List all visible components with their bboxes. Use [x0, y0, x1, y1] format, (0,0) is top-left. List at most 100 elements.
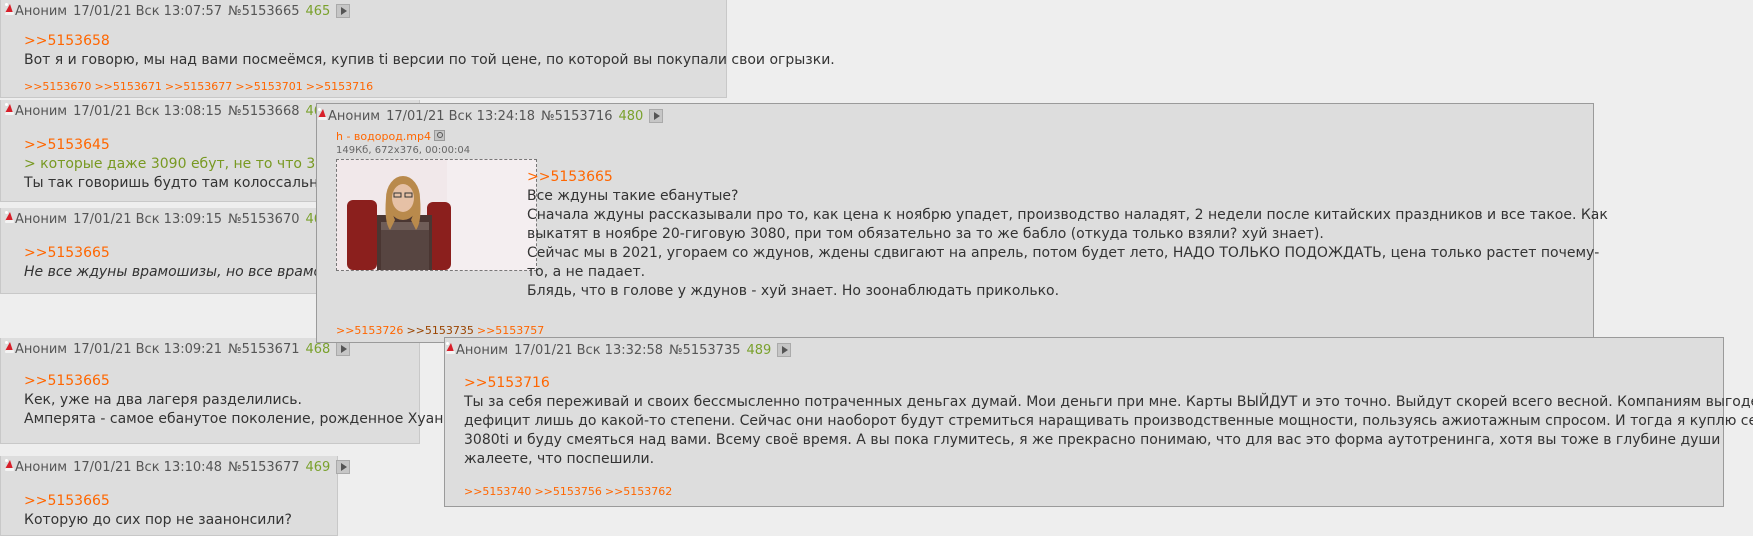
message-line: Вот я и говорю, мы над вами посмеёмся, к…	[24, 52, 835, 68]
message-line: Сначала ждуны рассказывали про то, как ц…	[527, 207, 1608, 223]
reply-ref-link[interactable]: >>5153757	[477, 324, 544, 337]
santa-hat-icon	[446, 342, 455, 355]
message-line: Блядь, что в голове у ждунов - хуй знает…	[527, 283, 1060, 299]
file-attachment: h - водород.mp4	[336, 130, 445, 143]
reply-link[interactable]: >>5153665	[24, 372, 470, 391]
post-index: 480	[618, 109, 644, 124]
message-line: Амперята - самое ебанутое поколение, рож…	[24, 411, 470, 427]
expand-button[interactable]	[649, 109, 664, 123]
post-replies: >>5153740 >>5153756 >>5153762	[464, 485, 675, 498]
search-icon[interactable]	[434, 130, 445, 141]
santa-hat-icon	[5, 3, 14, 16]
message-line: Ты за себя переживай и своих бессмысленн…	[464, 394, 1753, 410]
post-index: 465	[305, 4, 331, 19]
message-line: 3080ti и буду смеяться над вами. Всему с…	[464, 432, 1721, 448]
post-number-link[interactable]: №5153735	[669, 343, 740, 358]
reply-ref-link[interactable]: >>5153716	[306, 80, 373, 93]
message-line: Кек, уже на два лагеря разделились.	[24, 392, 302, 408]
post-number-link[interactable]: №5153671	[228, 342, 299, 357]
message-line: выкатят в ноябре 20-гиговую 3080, при то…	[527, 226, 1324, 242]
post-datetime: 17/01/21 Вск 13:08:15	[73, 104, 223, 119]
post-replies: >>5153726 >>5153735 >>5153757	[336, 324, 547, 337]
message-line: Не все ждуны врамошизы, но все врамо	[24, 264, 323, 280]
message-line: Сейчас мы в 2021, угораем со ждунов, жде…	[527, 245, 1600, 261]
post-datetime: 17/01/21 Вск 13:09:15	[73, 212, 223, 227]
post-details: Аноним 17/01/21 Вск 13:10:48 №5153677 469	[5, 459, 356, 476]
reply-ref-link[interactable]: >>5153726	[336, 324, 403, 337]
post-number-link[interactable]: №5153665	[228, 4, 299, 19]
expand-button[interactable]	[336, 342, 351, 356]
reply-ref-link[interactable]: >>5153762	[605, 485, 672, 498]
post-replies: >>5153670 >>5153671 >>5153677 >>5153701 >>51…	[24, 80, 376, 93]
post-datetime: 17/01/21 Вск 13:09:21	[73, 342, 223, 357]
file-meta: 149Кб, 672x376, 00:00:04	[336, 145, 471, 156]
message-line: Ты так говоришь будто там колоссальная	[24, 175, 336, 191]
post-datetime: 17/01/21 Вск 13:07:57	[73, 4, 223, 19]
santa-hat-icon	[318, 108, 327, 121]
poster-name: Аноним	[15, 342, 68, 357]
post-number-link[interactable]: №5153670	[228, 212, 299, 227]
reply-ref-link[interactable]: >>5153670	[24, 80, 91, 93]
post-message: >>5153665 Не все ждуны врамошизы, но все…	[24, 244, 322, 282]
post-details: Аноним 17/01/21 Вск 13:09:21 №5153671 468	[5, 341, 356, 358]
reply-link[interactable]: >>5153665	[24, 244, 322, 263]
reply-ref-link[interactable]: >>5153735	[406, 324, 473, 337]
santa-hat-icon	[5, 459, 14, 472]
thumbnail-image	[337, 160, 536, 270]
poster-name: Аноним	[15, 104, 68, 119]
video-thumbnail[interactable]	[336, 159, 537, 271]
message-line: дефицит лишь до какой-то степени. Сейчас…	[464, 413, 1753, 429]
post-details: Аноним17/01/21 Вск 13:08:15№5153668466	[5, 103, 356, 120]
message-line: жалеете, что поспешили.	[464, 451, 655, 467]
post-index: 468	[305, 342, 331, 357]
poster-name: Аноним	[15, 212, 68, 227]
file-name-link[interactable]: h - водород.mp4	[336, 130, 431, 143]
post-datetime: 17/01/21 Вск 13:10:48	[73, 460, 223, 475]
post-number-link[interactable]: №5153677	[228, 460, 299, 475]
reply-link[interactable]: >>5153665	[24, 492, 292, 511]
post-index: 489	[746, 343, 772, 358]
post-message: >>5153658 Вот я и говорю, мы над вами по…	[24, 32, 835, 70]
santa-hat-icon	[5, 211, 14, 224]
greentext-quote: > которые даже 3090 ебут, не то что 3080	[24, 156, 342, 172]
post-number-link[interactable]: №5153716	[541, 109, 612, 124]
santa-hat-icon	[5, 103, 14, 116]
reply-link[interactable]: >>5153658	[24, 32, 835, 51]
message-line: Все ждуны такие ебанутые?	[527, 188, 739, 204]
message-line: Которую до сих пор не зaанонсили?	[24, 512, 292, 528]
post: Аноним 17/01/21 Вск 13:10:48 №5153677 469 >…	[0, 456, 351, 536]
post-details: Аноним17/01/21 Вск 13:09:15№5153670467	[5, 211, 356, 228]
post-datetime: 17/01/21 Вск 13:32:58	[514, 343, 664, 358]
reply-ref-link[interactable]: >>5153740	[464, 485, 531, 498]
reply-link[interactable]: >>5153716	[464, 374, 1753, 393]
post-details: Аноним 17/01/21 Вск 13:32:58 №5153735 489	[446, 342, 797, 359]
expand-button[interactable]	[777, 343, 792, 357]
post-number-link[interactable]: №5153668	[228, 104, 299, 119]
reply-ref-link[interactable]: >>5153701	[235, 80, 302, 93]
reply-link[interactable]: >>5153665	[527, 168, 1608, 187]
reply-ref-link[interactable]: >>5153671	[94, 80, 161, 93]
post: Аноним 17/01/21 Вск 13:09:21 №5153671 468 >…	[0, 338, 470, 444]
reply-ref-link[interactable]: >>5153756	[534, 485, 601, 498]
post-details: Аноним 17/01/21 Вск 13:07:57 №5153665 465	[5, 3, 356, 20]
poster-name: Аноним	[328, 109, 381, 124]
post-preview-popup: Аноним 17/01/21 Вск 13:24:18 №5153716 480 h…	[316, 103, 1608, 343]
post-message: >>5153716 Ты за себя переживай и своих б…	[464, 374, 1753, 469]
post-index: 469	[305, 460, 331, 475]
post-message: >>5153665 Которую до сих пор не зaанонси…	[24, 492, 292, 530]
post-message: >>5153645 > которые даже 3090 ебут, не т…	[24, 136, 342, 193]
poster-name: Аноним	[456, 343, 509, 358]
poster-name: Аноним	[15, 460, 68, 475]
reply-link[interactable]: >>5153645	[24, 136, 342, 155]
santa-hat-icon	[5, 341, 14, 354]
post-message: >>5153665 Кек, уже на два лагеря раздели…	[24, 372, 470, 429]
post-datetime: 17/01/21 Вск 13:24:18	[386, 109, 536, 124]
poster-name: Аноним	[15, 4, 68, 19]
post-message: >>5153665 Все ждуны такие ебанутые? Снач…	[527, 168, 1608, 301]
post-details: Аноним 17/01/21 Вск 13:24:18 №5153716 480	[318, 108, 669, 125]
reply-ref-link[interactable]: >>5153677	[165, 80, 232, 93]
post-preview-popup: Аноним 17/01/21 Вск 13:32:58 №5153735 489 >…	[444, 337, 1753, 507]
expand-button[interactable]	[336, 460, 351, 474]
expand-button[interactable]	[336, 4, 351, 18]
message-line: то, а не падает.	[527, 264, 646, 280]
